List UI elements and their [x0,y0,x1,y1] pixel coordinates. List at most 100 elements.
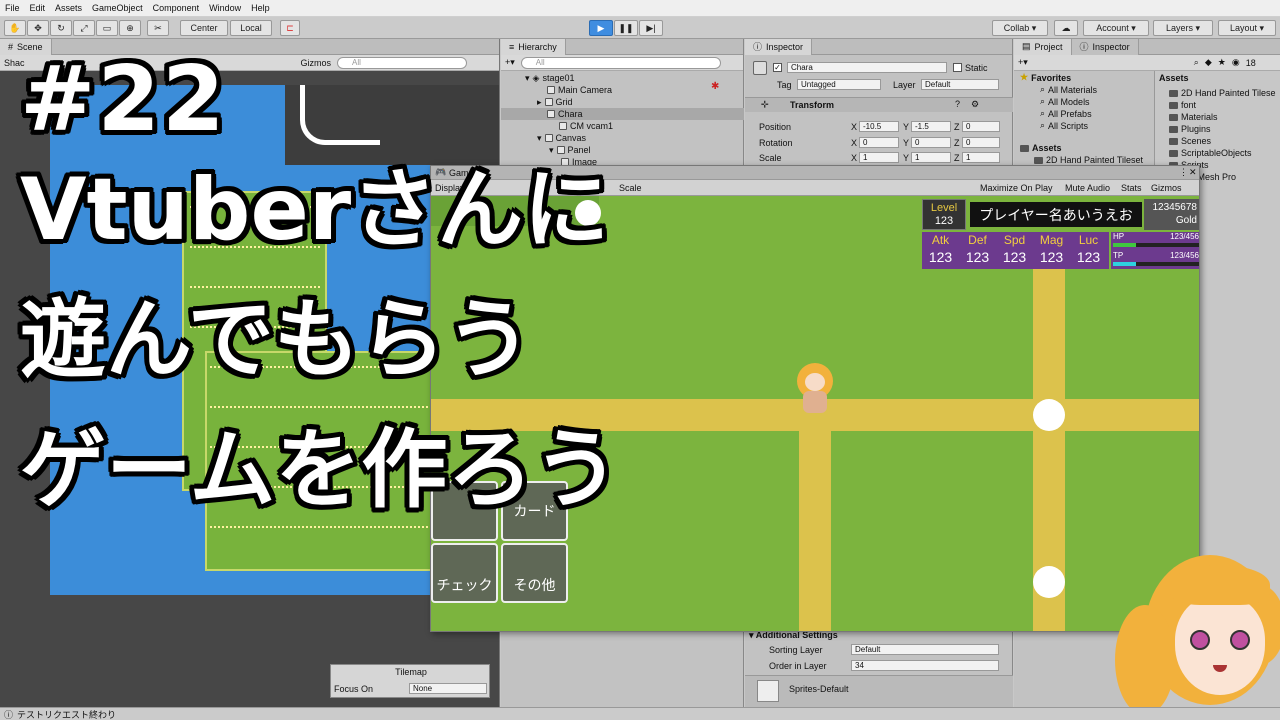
favorite-item[interactable]: ⌕ All Models [1040,96,1090,107]
game-menu-icon[interactable]: ⋮ [1179,167,1188,178]
asset-folder[interactable]: 2D Hand Painted Tilese [1169,88,1276,98]
play-button[interactable]: ▶ [589,20,613,36]
hierarchy-item-main-camera[interactable]: Main Camera [547,84,612,96]
inspector-tabbar: ⓘ Inspector [745,38,1012,55]
static-checkbox[interactable] [953,63,962,72]
layers-dropdown[interactable]: Layers ▾ [1153,20,1213,36]
move-tool-button[interactable]: ✥ [27,20,49,36]
asset-folder[interactable]: font [1169,100,1196,110]
active-checkbox[interactable]: ✓ [773,63,782,72]
menu-assets[interactable]: Assets [55,3,82,13]
scale-tool-button[interactable]: ⤢ [73,20,95,36]
favorite-item[interactable]: ⌕ All Materials [1040,84,1097,95]
asset-folder-label: Materials [1181,112,1218,122]
folder-icon [1169,137,1178,145]
folder-icon [1169,101,1178,109]
mute-audio-toggle[interactable]: Mute Audio [1065,183,1110,193]
rotate-tool-button[interactable]: ↻ [50,20,72,36]
hierarchy-item-grid[interactable]: ▸ Grid [537,96,573,108]
object-name-field[interactable]: Chara [787,62,947,73]
check-button[interactable]: チェック [431,543,498,603]
create-button[interactable]: +▾ [505,57,515,68]
play-icon: ▶ [597,22,605,33]
hierarchy-item-chara[interactable]: Chara [501,108,744,120]
pivot-local-button[interactable]: Local [230,20,272,36]
scene-gizmos-dropdown[interactable]: Gizmos [301,58,332,68]
collab-dropdown[interactable]: Collab ▾ [992,20,1048,36]
rot-x-field[interactable]: 0 [859,137,899,148]
transform-tool-button[interactable]: ⊕ [119,20,141,36]
level-label: Level [930,202,958,214]
tab-inspector-2[interactable]: ⓘ Inspector [1071,38,1139,55]
label-icon[interactable]: ◆ [1205,57,1212,68]
scene-search-input[interactable]: All [337,56,468,69]
custom-tool-button[interactable]: ✂ [147,20,169,36]
pause-button[interactable]: ❚❚ [614,20,638,36]
game-gizmos-dropdown[interactable]: Gizmos [1151,183,1182,193]
rot-y-field[interactable]: 0 [911,137,951,148]
pos-z-field[interactable]: 0 [962,121,1000,132]
hierarchy-item-label: Canvas [555,133,587,143]
menu-component[interactable]: Component [153,3,200,13]
tab-inspector[interactable]: ⓘ Inspector [745,38,813,55]
rect-tool-button[interactable]: ▭ [96,20,118,36]
rot-z-field[interactable]: 0 [962,137,1000,148]
other-button[interactable]: その他 [501,543,568,603]
asset-folder[interactable]: ScriptableObjects [1169,148,1252,158]
transform-icon: ⊕ [126,22,134,33]
focus-on-dropdown[interactable]: None [409,683,487,694]
pos-x-field[interactable]: -10.5 [859,121,899,132]
maximize-on-play-toggle[interactable]: Maximize On Play [980,183,1053,193]
tab-hierarchy[interactable]: ≡ Hierarchy [501,38,566,55]
favorites-header[interactable]: ★ Favorites [1020,72,1071,83]
hidden-count: 18 [1245,57,1256,68]
scale-slider-label[interactable]: Scale [619,183,642,193]
tab-project[interactable]: ▤ Project [1014,38,1072,55]
tag-dropdown[interactable]: Untagged [797,79,881,90]
menu-help[interactable]: Help [251,3,270,13]
material-preview[interactable] [757,680,779,702]
component-settings-icon[interactable]: ⚙ [971,99,979,110]
scl-x-field[interactable]: 1 [859,152,899,163]
material-section [745,675,1013,707]
close-icon[interactable]: ✕ [1189,167,1197,178]
hierarchy-search-input[interactable]: All [520,56,721,69]
project-create-button[interactable]: +▾ [1018,57,1028,68]
menu-gameobject[interactable]: GameObject [92,3,143,13]
menu-window[interactable]: Window [209,3,241,13]
pos-y-field[interactable]: -1.5 [911,121,951,132]
menu-edit[interactable]: Edit [30,3,46,13]
layout-dropdown[interactable]: Layout ▾ [1218,20,1276,36]
star-icon[interactable]: ★ [1218,57,1226,68]
object-name-value: Chara [791,63,813,72]
scl-y-field[interactable]: 1 [911,152,951,163]
favorite-item[interactable]: ⌕ All Scripts [1040,120,1088,131]
hierarchy-item-stage01[interactable]: ▾ ◈ stage01 [525,72,574,84]
cloud-button[interactable]: ☁ [1054,20,1078,36]
assets-tree-item[interactable]: 2D Hand Painted Tileset [1034,155,1143,165]
gameobject-icon [559,122,567,130]
order-in-layer-field[interactable]: 34 [851,660,999,671]
menu-file[interactable]: File [5,3,20,13]
hierarchy-item-canvas[interactable]: ▾ Canvas [537,132,586,144]
step-button[interactable]: ▶| [639,20,663,36]
hierarchy-item-panel[interactable]: ▾ Panel [549,144,591,156]
scl-z-field[interactable]: 1 [962,152,1000,163]
grid-snap-button[interactable]: ⊏ [280,20,300,36]
hand-tool-button[interactable]: ✋ [4,20,26,36]
asset-folder[interactable]: Materials [1169,112,1218,122]
assets-tree-header[interactable]: Assets [1020,143,1062,153]
asset-folder[interactable]: Plugins [1169,124,1211,134]
hierarchy-item-cm-vcam1[interactable]: CM vcam1 [559,120,613,132]
tilemap-title: Tilemap [395,667,427,677]
pivot-center-button[interactable]: Center [180,20,228,36]
favorite-item[interactable]: ⌕ All Prefabs [1040,108,1092,119]
component-help-icon[interactable]: ? [955,99,960,109]
account-dropdown[interactable]: Account ▾ [1083,20,1149,36]
stats-toggle[interactable]: Stats [1121,183,1142,193]
sorting-layer-dropdown[interactable]: Default [851,644,999,655]
asset-folder[interactable]: Scenes [1169,136,1211,146]
stat-value: 123 [928,249,953,265]
layer-dropdown[interactable]: Default [921,79,999,90]
filter-icon[interactable]: ⌕ [1194,57,1199,68]
